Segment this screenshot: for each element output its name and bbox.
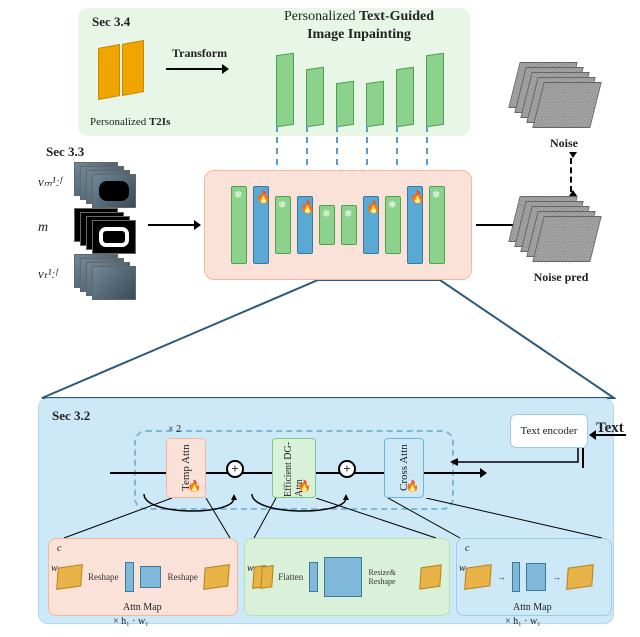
cube-icon bbox=[203, 564, 230, 590]
snowflake-icon: ❄ bbox=[344, 209, 356, 221]
cube-icon bbox=[56, 564, 83, 590]
residual-add-2: + bbox=[338, 460, 356, 478]
snowflake-icon: ❄ bbox=[322, 209, 334, 221]
cross-attn-detail: c w₁ → → Attn Map × h₁ · w₁ bbox=[456, 538, 612, 616]
sec32-label: Sec 3.2 bbox=[52, 408, 90, 424]
fire-icon: 🔥 bbox=[298, 480, 311, 493]
fire-icon: 🔥 bbox=[410, 190, 422, 202]
noise-label: Noise bbox=[534, 136, 594, 151]
cube-icon bbox=[419, 564, 442, 589]
fire-icon: 🔥 bbox=[188, 480, 201, 493]
main-unet-panel: ❄ 🔥 ❄ 🔥 ❄ ❄ 🔥 ❄ 🔥 ❄ bbox=[204, 170, 472, 280]
x2-label: × 2 bbox=[168, 424, 181, 435]
cross-attn-block: 🔥 Cross Attn bbox=[384, 438, 424, 498]
dash-link bbox=[426, 126, 428, 176]
text-input-label: Text bbox=[596, 420, 640, 437]
tensor-bar bbox=[309, 562, 317, 592]
dash-link bbox=[396, 126, 398, 176]
sec34-label: Sec 3.4 bbox=[92, 14, 130, 30]
dg-attn-block: 🔥 Efficient DG-Attn bbox=[272, 438, 316, 498]
personalized-t2i-caption: Personalized T2Is bbox=[90, 116, 170, 128]
fire-icon: 🔥 bbox=[256, 190, 268, 202]
v-masked-symbol: vₘ¹ːᶠ bbox=[38, 174, 62, 190]
temp-attn-block: 🔥 Temp Attn bbox=[166, 438, 206, 498]
cube-icon bbox=[566, 564, 594, 590]
chevron-up-icon bbox=[569, 152, 577, 158]
personalized-t2i-stack bbox=[98, 42, 160, 112]
fire-icon: 🔥 bbox=[300, 200, 312, 212]
attn-map-tile bbox=[140, 566, 161, 588]
transform-label: Transform bbox=[172, 46, 227, 61]
detail-connectors bbox=[48, 498, 608, 540]
dg-attn-detail: w₁ Flatten Resize& Reshape bbox=[244, 538, 450, 616]
cube-icon bbox=[464, 564, 492, 590]
snowflake-icon: ❄ bbox=[388, 200, 400, 212]
masked-latent-stack bbox=[74, 162, 156, 202]
mask-symbol: m bbox=[38, 220, 48, 236]
noise-link-dash bbox=[570, 158, 572, 192]
attn-map-tile bbox=[526, 563, 546, 591]
title-text-1: Personalized bbox=[284, 9, 359, 24]
inputs-to-unet-arrow bbox=[148, 220, 201, 230]
snowflake-icon: ❄ bbox=[432, 190, 444, 202]
zoom-projection bbox=[40, 280, 616, 402]
dash-link bbox=[336, 126, 338, 176]
dash-link bbox=[276, 126, 278, 176]
diagram-title: Personalized Text-Guided Image Inpaintin… bbox=[244, 8, 474, 44]
text-encoder-block: Text encoder bbox=[510, 414, 588, 448]
snowflake-icon: ❄ bbox=[234, 190, 246, 202]
dash-link bbox=[306, 126, 308, 176]
noise-target-stack bbox=[514, 62, 610, 140]
inpainting-unet bbox=[260, 40, 460, 126]
tensor-bar bbox=[512, 562, 520, 592]
title-text-bold: Text-Guided bbox=[359, 9, 434, 24]
fire-icon: 🔥 bbox=[406, 480, 419, 493]
attn-map-tile bbox=[324, 557, 363, 597]
residual-add-1: + bbox=[226, 460, 244, 478]
tensor-bar bbox=[125, 562, 135, 592]
noise-pred-stack bbox=[514, 196, 610, 274]
mask-stack bbox=[74, 208, 156, 248]
fire-icon: 🔥 bbox=[366, 200, 378, 212]
cube-icon bbox=[260, 565, 273, 589]
temp-attn-detail: c w₁ Reshape Reshape Attn Map × h₁ · w₁ bbox=[48, 538, 238, 616]
transform-arrow bbox=[166, 64, 229, 74]
textenc-to-cross-arrow bbox=[450, 448, 590, 472]
dash-link bbox=[366, 126, 368, 176]
snowflake-icon: ❄ bbox=[278, 200, 290, 212]
